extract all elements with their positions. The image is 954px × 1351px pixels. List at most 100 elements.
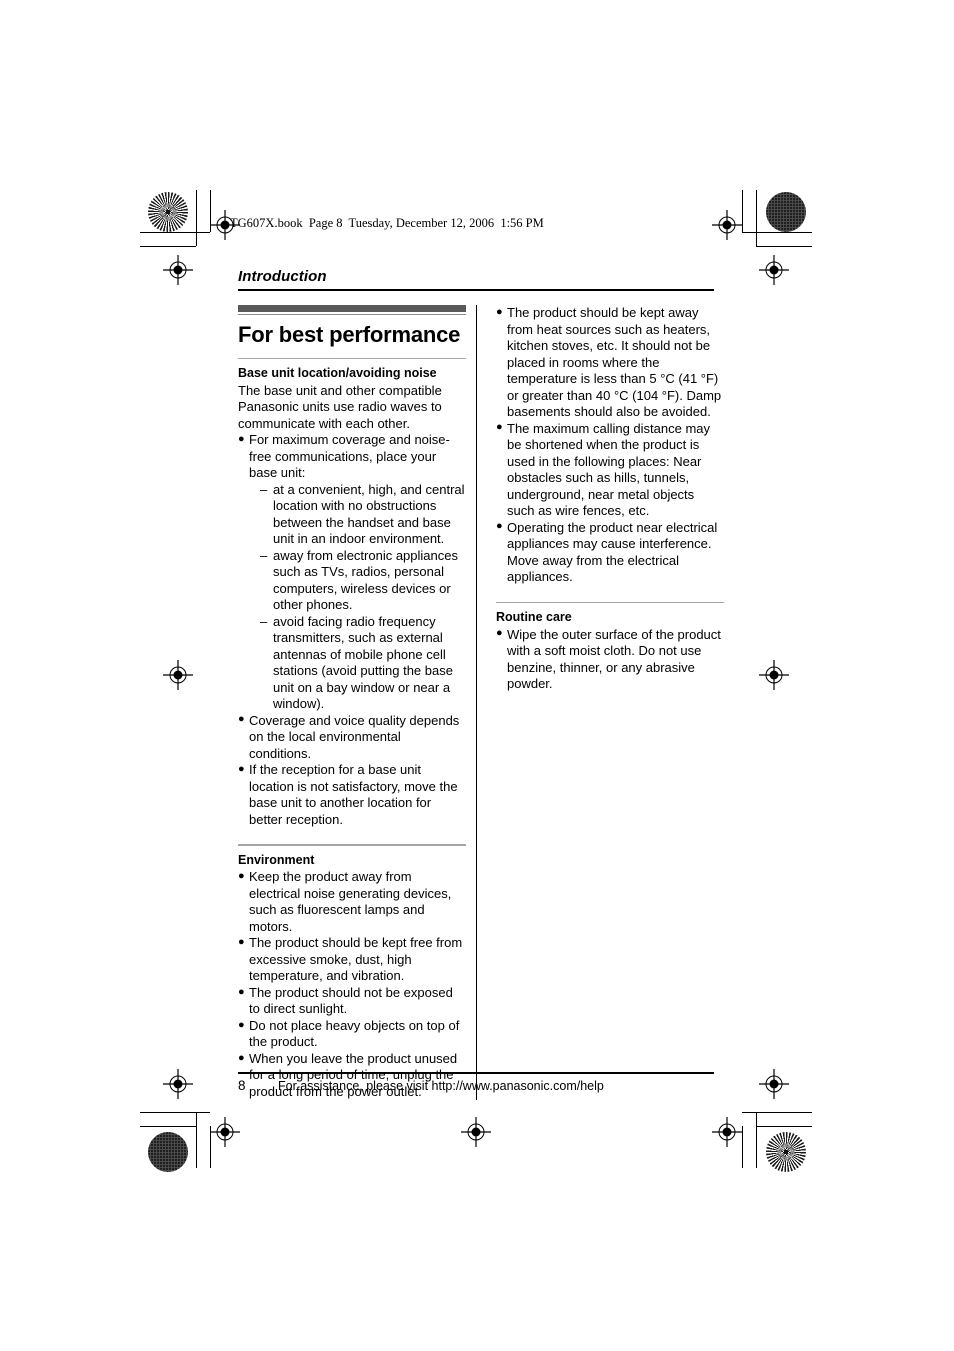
crop-mark-line [140,246,196,247]
file-header-line: TG607X.book Page 8 Tuesday, December 12,… [230,216,544,230]
registration-target-icon [461,1117,491,1147]
list-item-text: Do not place heavy objects on top of the… [249,1017,460,1050]
list-item-text: If the reception for a base unit locatio… [249,762,458,827]
bullet-icon: ● [238,762,245,775]
registration-target-icon [210,1117,240,1147]
left-column: For best performance Base unit location/… [238,305,466,1100]
list-item-text: avoid facing radio frequency transmitter… [273,613,453,712]
crop-mark-line [742,1112,812,1113]
registration-target-icon [759,255,789,285]
crop-mark-line [756,190,757,246]
list-item: ● The product should not be exposed to d… [238,985,466,1018]
list-item-text: Operating the product near electrical ap… [507,519,718,585]
column-gutter [466,305,486,1101]
list-item: – at a convenient, high, and central loc… [260,482,466,548]
halftone-star-target [766,1132,806,1172]
list-item-text: The product should be kept free from exc… [249,935,463,984]
subsection-rule [238,357,466,360]
list-item-text: away from electronic appliances such as … [273,547,458,613]
bullet-icon: ● [238,985,245,998]
chapter-title: For best performance [238,322,461,347]
base-unit-sub-list: – at a convenient, high, and central loc… [260,482,466,713]
dash-icon: – [260,481,268,497]
column-divider-rule [475,305,477,1101]
crop-mark-line [756,246,812,247]
crop-mark-line [140,1112,210,1113]
dash-icon: – [260,547,268,563]
list-item: – avoid facing radio frequency transmitt… [260,614,466,713]
right-column: ● The product should be kept away from h… [486,305,724,1100]
list-item-text: The product should not be exposed to dir… [249,984,453,1017]
running-head-rule [238,289,714,291]
halftone-density-patch [148,1132,188,1172]
subsection-heading-environment: Environment [238,852,315,867]
crop-mark-line [196,1112,197,1168]
bullet-icon: ● [238,1051,245,1064]
list-item: ● The product should be kept away from h… [496,305,724,421]
subsection-heading-base-unit-location: Base unit location/avoiding noise [238,366,437,381]
chapter-title-bar [238,305,466,312]
base-unit-bullet-list: ● For maximum coverage and noise-free co… [238,432,466,828]
crop-mark-line [742,232,812,233]
crop-mark-line [140,1126,196,1127]
footer-assistance-text: For assistance, please visit http://www.… [278,1078,604,1093]
crop-mark-line [742,1126,743,1168]
bullet-icon: ● [238,713,245,726]
halftone-star-target [148,192,188,232]
list-item-text: Keep the product away from electrical no… [249,869,452,934]
bullet-icon: ● [238,1018,245,1031]
bullet-icon: ● [496,421,503,434]
registration-target-icon [163,255,193,285]
crop-mark-line [196,190,197,246]
bullet-icon: ● [238,870,245,883]
list-item: ● The maximum calling distance may be sh… [496,421,724,520]
two-column-layout: For best performance Base unit location/… [238,305,724,1101]
bullet-icon: ● [496,627,503,640]
chapter-title-rule [238,314,466,315]
registration-target-icon [759,660,789,690]
page-body: Introduction For best performance Base u… [238,268,724,1101]
page-number: 8 [238,1077,246,1093]
bullet-icon: ● [496,305,503,318]
list-item-text: The product should be kept away from hea… [507,305,722,419]
routine-care-bullet-list: ● Wipe the outer surface of the product … [496,627,724,693]
crop-mark-line [756,1112,757,1168]
registration-target-icon [712,1117,742,1147]
intro-paragraph: The base unit and other compatible Panas… [238,382,442,431]
bullet-icon: ● [238,936,245,949]
subsection-heading-routine-care: Routine care [496,610,572,624]
running-head: Introduction [238,268,327,285]
list-item-text: at a convenient, high, and central locat… [273,481,465,547]
list-item: ● Do not place heavy objects on top of t… [238,1018,466,1051]
list-item-text: The maximum calling distance may be shor… [507,420,711,519]
halftone-density-patch [766,192,806,232]
bullet-icon: ● [496,520,503,533]
subsection-rule [238,844,466,846]
crop-mark-line [210,190,211,232]
list-item: ● The product should be kept free from e… [238,935,466,985]
footer-rule [238,1072,714,1074]
list-item-text: Coverage and voice quality depends on th… [249,712,460,761]
crop-mark-line [742,190,743,232]
list-item-text: For maximum coverage and noise-free comm… [249,432,450,481]
list-item: ● For maximum coverage and noise-free co… [238,432,466,713]
subsection-rule [496,601,724,603]
footer-row: 8 For assistance, please visit http://ww… [238,1078,714,1093]
registration-target-icon [712,210,742,240]
continued-bullet-list: ● The product should be kept away from h… [496,305,724,586]
bullet-icon: ● [238,432,245,445]
list-item: – away from electronic appliances such a… [260,548,466,614]
registration-target-icon [759,1069,789,1099]
crop-mark-line [210,1126,211,1168]
crop-mark-line [140,232,210,233]
list-item-text: Wipe the outer surface of the product wi… [507,626,721,692]
dash-icon: – [260,613,268,629]
list-item: ● Operating the product near electrical … [496,520,724,586]
registration-target-icon [163,660,193,690]
page-footer: 8 For assistance, please visit http://ww… [238,1072,714,1093]
crop-mark-line [756,1126,812,1127]
list-item: ● If the reception for a base unit locat… [238,762,466,828]
list-item: ● Wipe the outer surface of the product … [496,627,724,693]
list-item: ● Coverage and voice quality depends on … [238,713,466,763]
environment-bullet-list: ● Keep the product away from electrical … [238,869,466,1100]
